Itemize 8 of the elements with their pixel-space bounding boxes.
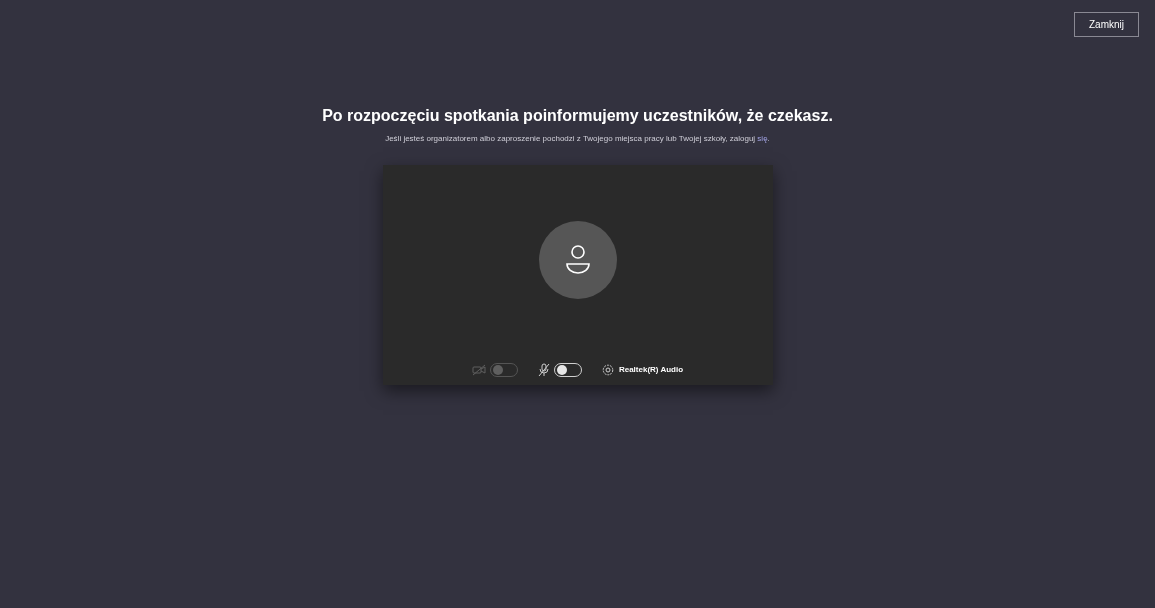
info-text: Jeśli jesteś organizatorem albo zaproszenie pochodzi z Twojego miejsca pracy lub Twojej szkoły, zaloguj się.: [385, 133, 770, 145]
audio-device-label[interactable]: Realtek(R) Audio: [618, 364, 684, 376]
camera-off-icon: [471, 364, 486, 376]
close-button[interactable]: Zamknij: [1074, 12, 1139, 37]
person-icon: [564, 244, 591, 276]
microphone-off-icon: [537, 363, 550, 377]
settings-icon[interactable]: [601, 364, 614, 376]
heading: Po rozpoczęciu spotkania poinformujemy uczestników, że czekasz.: [322, 106, 833, 126]
